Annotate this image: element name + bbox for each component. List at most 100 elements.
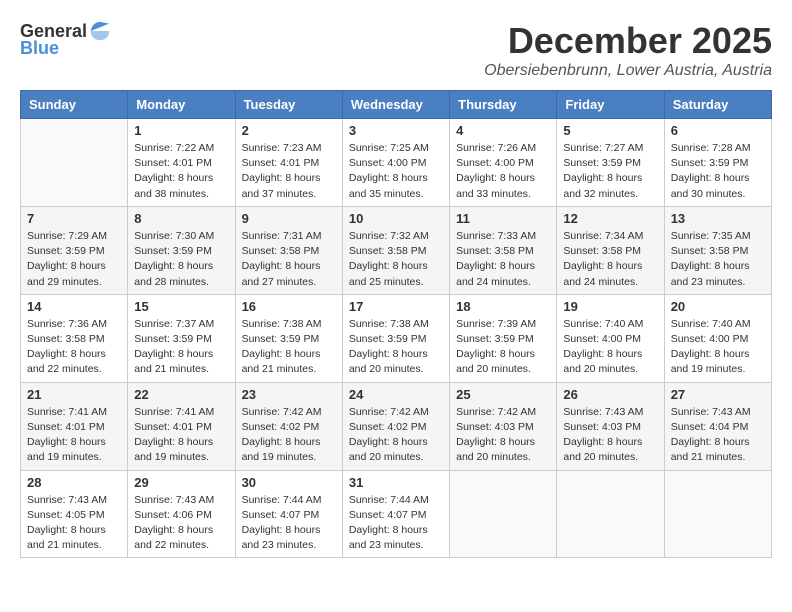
day-number: 12	[563, 211, 657, 226]
day-info: Sunrise: 7:41 AMSunset: 4:01 PMDaylight:…	[134, 405, 228, 466]
day-info: Sunrise: 7:42 AMSunset: 4:02 PMDaylight:…	[349, 405, 443, 466]
day-number: 11	[456, 211, 550, 226]
day-number: 26	[563, 387, 657, 402]
day-number: 13	[671, 211, 765, 226]
day-info: Sunrise: 7:43 AMSunset: 4:05 PMDaylight:…	[27, 493, 121, 554]
calendar-cell: 31 Sunrise: 7:44 AMSunset: 4:07 PMDayligh…	[342, 470, 449, 558]
calendar-cell	[450, 470, 557, 558]
day-info: Sunrise: 7:37 AMSunset: 3:59 PMDaylight:…	[134, 317, 228, 378]
day-number: 28	[27, 475, 121, 490]
calendar-day-header: Monday	[128, 91, 235, 119]
day-number: 29	[134, 475, 228, 490]
calendar-cell: 13 Sunrise: 7:35 AMSunset: 3:58 PMDayligh…	[664, 206, 771, 294]
calendar-cell: 29 Sunrise: 7:43 AMSunset: 4:06 PMDayligh…	[128, 470, 235, 558]
day-info: Sunrise: 7:27 AMSunset: 3:59 PMDaylight:…	[563, 141, 657, 202]
calendar-cell: 21 Sunrise: 7:41 AMSunset: 4:01 PMDayligh…	[21, 382, 128, 470]
calendar-cell: 6Sunrise: 7:28 AMSunset: 3:59 PMDaylight…	[664, 119, 771, 207]
day-info: Sunrise: 7:33 AMSunset: 3:58 PMDaylight:…	[456, 229, 550, 290]
day-info: Sunrise: 7:42 AMSunset: 4:02 PMDaylight:…	[242, 405, 336, 466]
calendar-cell: 16 Sunrise: 7:38 AMSunset: 3:59 PMDayligh…	[235, 294, 342, 382]
logo-blue-text: Blue	[20, 38, 59, 59]
calendar-cell: 20 Sunrise: 7:40 AMSunset: 4:00 PMDayligh…	[664, 294, 771, 382]
calendar-week-row: 1 Sunrise: 7:22 AMSunset: 4:01 PMDaylight…	[21, 119, 772, 207]
calendar-cell	[21, 119, 128, 207]
day-info: Sunrise: 7:35 AMSunset: 3:58 PMDaylight:…	[671, 229, 765, 290]
day-info: Sunrise: 7:42 AMSunset: 4:03 PMDaylight:…	[456, 405, 550, 466]
day-info: Sunrise: 7:22 AMSunset: 4:01 PMDaylight:…	[134, 141, 228, 202]
calendar-cell: 2Sunrise: 7:23 AMSunset: 4:01 PMDaylight…	[235, 119, 342, 207]
calendar-header-row: SundayMondayTuesdayWednesdayThursdayFrid…	[21, 91, 772, 119]
day-number: 6	[671, 123, 765, 138]
calendar-cell: 26Sunrise: 7:43 AMSunset: 4:03 PMDayligh…	[557, 382, 664, 470]
calendar-cell: 22 Sunrise: 7:41 AMSunset: 4:01 PMDayligh…	[128, 382, 235, 470]
calendar-cell: 15 Sunrise: 7:37 AMSunset: 3:59 PMDayligh…	[128, 294, 235, 382]
calendar-cell: 11 Sunrise: 7:33 AMSunset: 3:58 PMDayligh…	[450, 206, 557, 294]
month-title: December 2025	[484, 20, 772, 62]
day-number: 10	[349, 211, 443, 226]
day-info: Sunrise: 7:40 AMSunset: 4:00 PMDaylight:…	[563, 317, 657, 378]
calendar-day-header: Tuesday	[235, 91, 342, 119]
day-number: 1	[134, 123, 228, 138]
calendar-week-row: 28 Sunrise: 7:43 AMSunset: 4:05 PMDayligh…	[21, 470, 772, 558]
calendar-cell: 10 Sunrise: 7:32 AMSunset: 3:58 PMDayligh…	[342, 206, 449, 294]
calendar-day-header: Saturday	[664, 91, 771, 119]
location-title: Obersiebenbrunn, Lower Austria, Austria	[484, 62, 772, 80]
calendar-cell: 8 Sunrise: 7:30 AMSunset: 3:59 PMDaylight…	[128, 206, 235, 294]
calendar-cell: 1 Sunrise: 7:22 AMSunset: 4:01 PMDaylight…	[128, 119, 235, 207]
calendar-day-header: Thursday	[450, 91, 557, 119]
day-info: Sunrise: 7:31 AMSunset: 3:58 PMDaylight:…	[242, 229, 336, 290]
day-number: 14	[27, 299, 121, 314]
calendar-cell: 25 Sunrise: 7:42 AMSunset: 4:03 PMDayligh…	[450, 382, 557, 470]
day-info: Sunrise: 7:32 AMSunset: 3:58 PMDaylight:…	[349, 229, 443, 290]
day-number: 16	[242, 299, 336, 314]
day-info: Sunrise: 7:38 AMSunset: 3:59 PMDaylight:…	[349, 317, 443, 378]
calendar-cell: 19 Sunrise: 7:40 AMSunset: 4:00 PMDayligh…	[557, 294, 664, 382]
calendar-table: SundayMondayTuesdayWednesdayThursdayFrid…	[20, 90, 772, 558]
calendar-day-header: Wednesday	[342, 91, 449, 119]
page-header: General Blue December 2025 Obersiebenbru…	[20, 20, 772, 80]
calendar-cell	[557, 470, 664, 558]
day-info: Sunrise: 7:34 AMSunset: 3:58 PMDaylight:…	[563, 229, 657, 290]
day-info: Sunrise: 7:40 AMSunset: 4:00 PMDaylight:…	[671, 317, 765, 378]
calendar-cell: 23 Sunrise: 7:42 AMSunset: 4:02 PMDayligh…	[235, 382, 342, 470]
day-number: 17	[349, 299, 443, 314]
day-info: Sunrise: 7:36 AMSunset: 3:58 PMDaylight:…	[27, 317, 121, 378]
day-info: Sunrise: 7:43 AMSunset: 4:04 PMDaylight:…	[671, 405, 765, 466]
title-section: December 2025 Obersiebenbrunn, Lower Aus…	[484, 20, 772, 80]
day-number: 21	[27, 387, 121, 402]
day-number: 3	[349, 123, 443, 138]
day-info: Sunrise: 7:44 AMSunset: 4:07 PMDaylight:…	[242, 493, 336, 554]
day-number: 31	[349, 475, 443, 490]
day-info: Sunrise: 7:44 AMSunset: 4:07 PMDaylight:…	[349, 493, 443, 554]
day-number: 4	[456, 123, 550, 138]
calendar-cell: 3 Sunrise: 7:25 AMSunset: 4:00 PMDaylight…	[342, 119, 449, 207]
day-info: Sunrise: 7:43 AMSunset: 4:06 PMDaylight:…	[134, 493, 228, 554]
day-info: Sunrise: 7:26 AMSunset: 4:00 PMDaylight:…	[456, 141, 550, 202]
calendar-cell: 17 Sunrise: 7:38 AMSunset: 3:59 PMDayligh…	[342, 294, 449, 382]
day-info: Sunrise: 7:39 AMSunset: 3:59 PMDaylight:…	[456, 317, 550, 378]
day-number: 23	[242, 387, 336, 402]
calendar-cell: 28 Sunrise: 7:43 AMSunset: 4:05 PMDayligh…	[21, 470, 128, 558]
calendar-cell: 12 Sunrise: 7:34 AMSunset: 3:58 PMDayligh…	[557, 206, 664, 294]
calendar-cell: 14 Sunrise: 7:36 AMSunset: 3:58 PMDayligh…	[21, 294, 128, 382]
day-number: 18	[456, 299, 550, 314]
day-number: 25	[456, 387, 550, 402]
day-info: Sunrise: 7:38 AMSunset: 3:59 PMDaylight:…	[242, 317, 336, 378]
day-number: 20	[671, 299, 765, 314]
calendar-cell: 5Sunrise: 7:27 AMSunset: 3:59 PMDaylight…	[557, 119, 664, 207]
day-number: 19	[563, 299, 657, 314]
day-number: 8	[134, 211, 228, 226]
calendar-week-row: 21 Sunrise: 7:41 AMSunset: 4:01 PMDayligh…	[21, 382, 772, 470]
day-number: 22	[134, 387, 228, 402]
calendar-week-row: 14 Sunrise: 7:36 AMSunset: 3:58 PMDayligh…	[21, 294, 772, 382]
day-info: Sunrise: 7:29 AMSunset: 3:59 PMDaylight:…	[27, 229, 121, 290]
day-info: Sunrise: 7:25 AMSunset: 4:00 PMDaylight:…	[349, 141, 443, 202]
logo-icon	[89, 20, 111, 42]
day-info: Sunrise: 7:30 AMSunset: 3:59 PMDaylight:…	[134, 229, 228, 290]
calendar-day-header: Friday	[557, 91, 664, 119]
day-info: Sunrise: 7:41 AMSunset: 4:01 PMDaylight:…	[27, 405, 121, 466]
calendar-cell	[664, 470, 771, 558]
day-number: 24	[349, 387, 443, 402]
calendar-cell: 18 Sunrise: 7:39 AMSunset: 3:59 PMDayligh…	[450, 294, 557, 382]
day-number: 15	[134, 299, 228, 314]
